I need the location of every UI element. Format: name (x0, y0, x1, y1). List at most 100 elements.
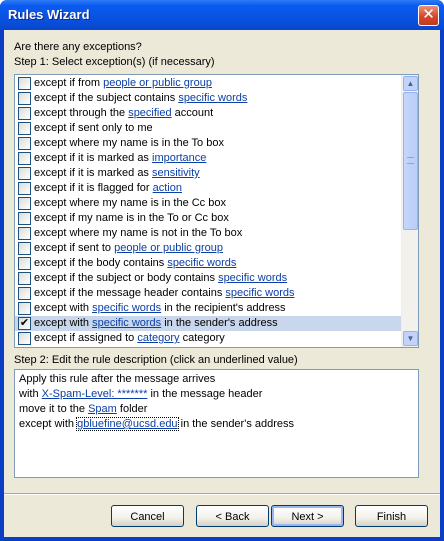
exception-text: except if the subject or body contains s… (34, 271, 287, 286)
description-line: Apply this rule after the message arrive… (19, 372, 414, 387)
exceptions-list[interactable]: except if from people or public group exc… (14, 74, 419, 348)
description-link[interactable]: Spam (88, 403, 117, 415)
rule-description-box[interactable]: Apply this rule after the message arrive… (14, 369, 419, 478)
exception-checkbox[interactable] (18, 332, 31, 345)
step2-label: Step 2: Edit the rule description (click… (14, 354, 298, 366)
description-line: move it to the Spam folder (19, 402, 414, 417)
exception-text: except where my name is not in the To bo… (34, 226, 242, 241)
exception-link[interactable]: sensitivity (152, 167, 200, 179)
exception-row[interactable]: except with specific words in the recipi… (15, 301, 401, 316)
exception-text: except if it is marked as importance (34, 151, 206, 166)
exception-checkbox[interactable] (18, 212, 31, 225)
exception-checkbox[interactable] (18, 302, 31, 315)
exception-text: except with specific words in the recipi… (34, 301, 286, 316)
exception-checkbox[interactable] (18, 107, 31, 120)
exception-text: except through the specified account (34, 106, 213, 121)
step1-label: Step 1: Select exception(s) (if necessar… (14, 56, 215, 68)
exception-link[interactable]: people or public group (114, 242, 223, 254)
exception-checkbox[interactable]: ✔ (18, 317, 31, 330)
exception-row[interactable]: except where my name is in the To box (15, 136, 401, 151)
exception-text: except if sent only to me (34, 121, 153, 136)
scroll-thumb[interactable] (403, 92, 418, 230)
description-text-after: in the sender's address (177, 418, 295, 430)
exception-text-before: except through the (34, 107, 129, 119)
scroll-up-button[interactable]: ▲ (403, 76, 418, 91)
window-title: Rules Wizard (8, 7, 90, 22)
exception-row[interactable]: except if the message header contains sp… (15, 286, 401, 301)
exception-text-before: except if my name is in the To or Cc box (34, 212, 229, 224)
exception-row[interactable]: except where my name is not in the To bo… (15, 226, 401, 241)
exception-text-before: except where my name is in the Cc box (34, 197, 226, 209)
exceptions-question: Are there any exceptions? (14, 41, 142, 53)
exception-checkbox[interactable] (18, 92, 31, 105)
exception-link[interactable]: people or public group (103, 77, 212, 89)
exception-row[interactable]: except where my name is in the Cc box (15, 196, 401, 211)
exception-link[interactable]: specific words (178, 92, 247, 104)
cancel-button[interactable]: Cancel (111, 505, 184, 527)
exception-text-before: except where my name is not in the To bo… (34, 227, 243, 239)
exception-text-before: except if the message header contains (34, 287, 226, 299)
exception-text: except if it is flagged for action (34, 181, 182, 196)
exception-link[interactable]: specific words (92, 317, 161, 329)
exception-text-before: except if it is marked as (34, 167, 152, 179)
exception-checkbox[interactable] (18, 122, 31, 135)
exception-text: except with specific words in the sender… (34, 316, 278, 331)
exception-checkbox[interactable] (18, 227, 31, 240)
exception-checkbox[interactable] (18, 152, 31, 165)
exception-link[interactable]: specific words (92, 302, 161, 314)
title-bar[interactable]: Rules Wizard ✕ (0, 0, 444, 30)
description-text-after: folder (116, 403, 148, 415)
close-button[interactable]: ✕ (418, 5, 439, 26)
exception-row[interactable]: except if sent only to me (15, 121, 401, 136)
exception-text-before: except with (34, 317, 93, 329)
exception-checkbox[interactable] (18, 77, 31, 90)
exception-row[interactable]: ✔ except with specific words in the sende… (15, 316, 401, 331)
exception-checkbox[interactable] (18, 272, 31, 285)
exception-row[interactable]: except through the specified account (15, 106, 401, 121)
exception-link[interactable]: importance (152, 152, 206, 164)
exception-checkbox[interactable] (18, 197, 31, 210)
exception-row[interactable]: except if assigned to category category (15, 331, 401, 346)
description-link[interactable]: gbluefine@ucsd.edu (76, 417, 179, 431)
exception-link[interactable]: specific words (225, 287, 294, 299)
exception-checkbox[interactable] (18, 137, 31, 150)
exception-text-before: except if it is marked as (34, 152, 152, 164)
description-text: except with (19, 418, 78, 430)
exception-row[interactable]: except if my name is in the To or Cc box (15, 211, 401, 226)
exception-row[interactable]: except if it is flagged for action (15, 181, 401, 196)
scroll-down-button[interactable]: ▼ (403, 331, 418, 346)
back-button[interactable]: < Back (196, 505, 269, 527)
exception-link[interactable]: category (137, 332, 179, 344)
exception-link[interactable]: specified (128, 107, 171, 119)
exception-text-before: except if the subject or body contains (34, 272, 219, 284)
exception-text-after: category (179, 332, 225, 344)
exception-link[interactable]: specific words (167, 257, 236, 269)
exception-text-before: except where my name is in the To box (34, 137, 224, 149)
description-link[interactable]: X-Spam-Level: ******* (42, 388, 148, 400)
exception-row[interactable]: except if the subject contains specific … (15, 91, 401, 106)
exception-checkbox[interactable] (18, 167, 31, 180)
exception-link[interactable]: action (153, 182, 182, 194)
exception-text: except if assigned to category category (34, 331, 225, 346)
exception-link[interactable]: specific words (218, 272, 287, 284)
exception-text: except where my name is in the Cc box (34, 196, 226, 211)
exception-row[interactable]: except if the body contains specific wor… (15, 256, 401, 271)
exception-row[interactable]: except if it is marked as sensitivity (15, 166, 401, 181)
exception-text: except if sent to people or public group (34, 241, 223, 256)
exception-checkbox[interactable] (18, 182, 31, 195)
description-text: Apply this rule after the message arrive… (19, 373, 216, 385)
exception-row[interactable]: except if from people or public group (15, 76, 401, 91)
exception-checkbox[interactable] (18, 257, 31, 270)
exceptions-scrollbar[interactable]: ▲ ▼ (401, 75, 418, 347)
next-button[interactable]: Next > (271, 505, 344, 527)
exception-row[interactable]: except if sent to people or public group (15, 241, 401, 256)
exception-row[interactable]: except if the subject or body contains s… (15, 271, 401, 286)
exception-checkbox[interactable] (18, 242, 31, 255)
description-text-after: in the message header (147, 388, 263, 400)
exception-text-before: except if the subject contains (34, 92, 179, 104)
exception-text: except if my name is in the To or Cc box (34, 211, 229, 226)
finish-button[interactable]: Finish (355, 505, 428, 527)
exception-checkbox[interactable] (18, 287, 31, 300)
exception-text-before: except if it is flagged for (34, 182, 153, 194)
exception-row[interactable]: except if it is marked as importance (15, 151, 401, 166)
